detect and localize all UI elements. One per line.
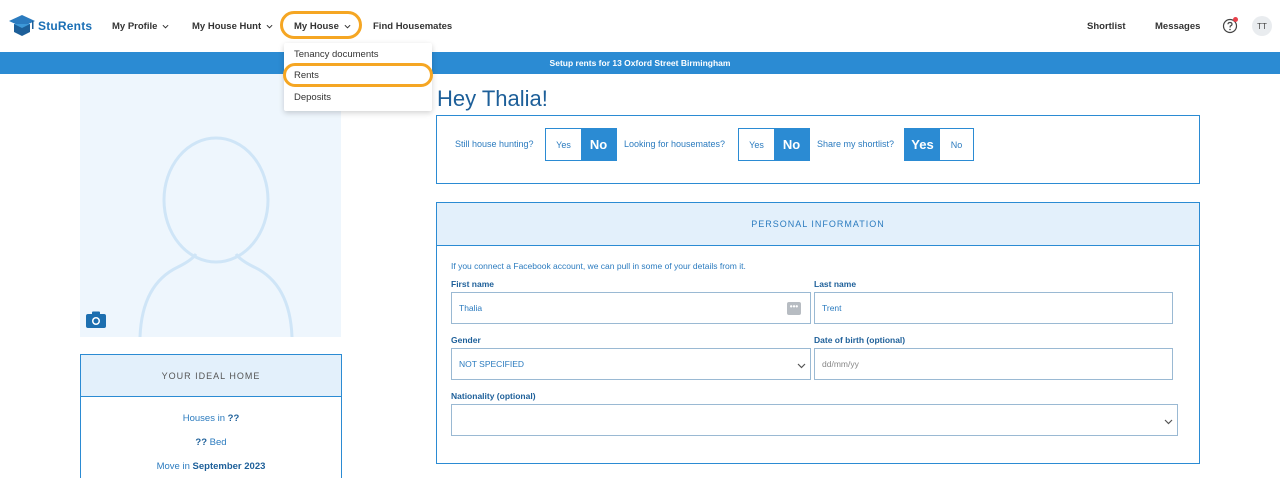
sturents-logo[interactable]: StuRents bbox=[8, 13, 92, 39]
bed-suffix: Bed bbox=[207, 437, 227, 448]
personal-information-title: PERSONAL INFORMATION bbox=[437, 203, 1199, 246]
house-hunting-no-button[interactable]: No bbox=[581, 129, 616, 160]
share-shortlist-no-button[interactable]: No bbox=[940, 129, 973, 160]
chevron-down-icon bbox=[1164, 419, 1173, 425]
move-in-value: September 2023 bbox=[192, 461, 266, 472]
share-shortlist-yes-button[interactable]: Yes bbox=[905, 129, 940, 160]
page-greeting: Hey Thalia! bbox=[437, 86, 548, 111]
autofill-dots-icon[interactable]: ••• bbox=[787, 302, 801, 315]
house-hunting-toggle: Yes No bbox=[545, 128, 617, 161]
dob-label: Date of birth (optional) bbox=[814, 335, 906, 345]
person-silhouette-icon bbox=[138, 136, 294, 337]
ideal-home-title: YOUR IDEAL HOME bbox=[81, 355, 341, 397]
nationality-label: Nationality (optional) bbox=[451, 391, 536, 401]
nav-my-house-highlight bbox=[280, 11, 362, 39]
camera-icon[interactable] bbox=[86, 311, 106, 328]
share-shortlist-label: Share my shortlist? bbox=[817, 139, 895, 149]
chevron-down-icon bbox=[797, 363, 806, 369]
setup-rents-banner[interactable]: Setup rents for 13 Oxford Street Birming… bbox=[0, 52, 1280, 74]
nav-my-profile[interactable]: My Profile bbox=[112, 0, 169, 52]
first-name-field[interactable]: Thalia ••• bbox=[451, 292, 811, 324]
housemates-yes-button[interactable]: Yes bbox=[739, 129, 774, 160]
nav-my-house-hunt[interactable]: My House Hunt bbox=[192, 0, 273, 52]
dob-field[interactable]: dd/mm/yy bbox=[814, 348, 1173, 380]
ideal-home-move-in[interactable]: Move in September 2023 bbox=[81, 461, 341, 472]
ideal-home-card: YOUR IDEAL HOME Houses in ?? ?? Bed Move… bbox=[80, 354, 342, 478]
gender-value: NOT SPECIFIED bbox=[459, 359, 525, 369]
last-name-value: Trent bbox=[822, 303, 842, 313]
shortlist-link[interactable]: Shortlist bbox=[1087, 0, 1126, 52]
graduation-cap-icon bbox=[9, 15, 35, 36]
notification-dot bbox=[1233, 17, 1238, 22]
house-hunting-label: Still house hunting? bbox=[455, 139, 534, 149]
banner-text: Setup rents for 13 Oxford Street Birming… bbox=[549, 58, 731, 68]
facebook-note: If you connect a Facebook account, we ca… bbox=[451, 261, 746, 271]
chevron-down-icon bbox=[266, 24, 273, 29]
chevron-down-icon bbox=[162, 24, 169, 29]
nav-my-profile-label: My Profile bbox=[112, 20, 158, 32]
nationality-select[interactable] bbox=[451, 404, 1178, 436]
housemates-toggle: Yes No bbox=[738, 128, 810, 161]
dropdown-item-tenancy-documents[interactable]: Tenancy documents bbox=[294, 49, 379, 60]
top-navigation: StuRents My Profile My House Hunt My Hou… bbox=[0, 0, 1280, 52]
gender-label: Gender bbox=[451, 335, 481, 345]
profile-photo-placeholder[interactable] bbox=[80, 74, 341, 337]
rents-highlight bbox=[283, 63, 433, 87]
ideal-home-location[interactable]: Houses in ?? bbox=[81, 413, 341, 424]
ideal-home-beds[interactable]: ?? Bed bbox=[81, 437, 341, 448]
first-name-value: Thalia bbox=[459, 303, 483, 313]
dob-placeholder: dd/mm/yy bbox=[822, 359, 859, 369]
housemates-no-button[interactable]: No bbox=[774, 129, 809, 160]
nav-my-house-hunt-label: My House Hunt bbox=[192, 20, 262, 32]
first-name-label: First name bbox=[451, 279, 494, 289]
house-hunting-yes-button[interactable]: Yes bbox=[546, 129, 581, 160]
brand-name: StuRents bbox=[38, 19, 93, 33]
share-shortlist-toggle: Yes No bbox=[904, 128, 974, 161]
houses-in-prefix: Houses in bbox=[182, 413, 228, 424]
housemates-label: Looking for housemates? bbox=[624, 139, 726, 149]
bed-value: ?? bbox=[195, 437, 208, 448]
move-in-prefix: Move in bbox=[156, 461, 193, 472]
dropdown-item-deposits[interactable]: Deposits bbox=[294, 92, 331, 103]
user-avatar[interactable]: TT bbox=[1252, 16, 1272, 36]
nav-find-housemates-label: Find Housemates bbox=[373, 20, 453, 32]
last-name-label: Last name bbox=[814, 279, 857, 289]
gender-select[interactable]: NOT SPECIFIED bbox=[451, 348, 811, 380]
last-name-field[interactable]: Trent bbox=[814, 292, 1173, 324]
messages-link[interactable]: Messages bbox=[1155, 0, 1200, 52]
houses-in-value: ?? bbox=[227, 413, 240, 424]
